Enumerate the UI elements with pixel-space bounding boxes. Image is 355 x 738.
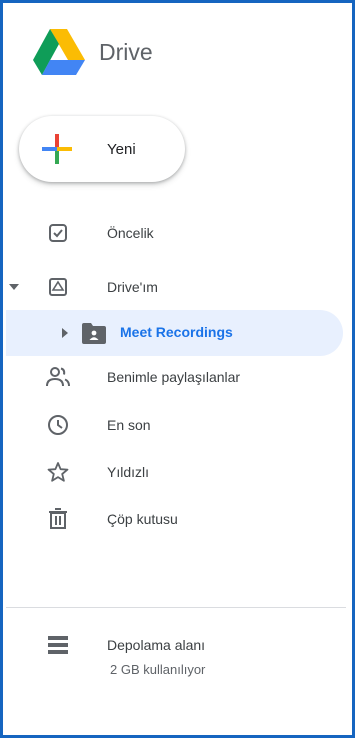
sidebar-item-label: Benimle paylaşılanlar (107, 369, 241, 385)
sidebar-item-label: Yıldızlı (107, 464, 150, 480)
sidebar-item-label: Depolama alanı (107, 637, 206, 653)
sidebar-item-shared[interactable]: Benimle paylaşılanlar (3, 355, 343, 399)
sidebar-item-label: En son (107, 417, 151, 433)
sidebar-item-recent[interactable]: En son (3, 403, 343, 447)
clock-icon (46, 413, 70, 437)
check-box-icon (46, 221, 70, 245)
drive-logo-icon (33, 29, 85, 75)
app-header: Drive (33, 29, 153, 75)
new-button-label: Yeni (107, 140, 136, 158)
people-icon (46, 365, 70, 389)
divider (6, 607, 346, 608)
expand-caret-icon[interactable] (9, 284, 19, 290)
sidebar-item-priority[interactable]: Öncelik (3, 211, 343, 255)
trash-icon (46, 507, 70, 531)
storage-icon (46, 633, 70, 657)
expand-caret-icon[interactable] (62, 328, 68, 338)
sidebar-frame: Drive Yeni Öncelik Drive'ım Meet Recordi… (0, 0, 355, 738)
plus-icon (42, 134, 72, 164)
sidebar-item-meet-recordings[interactable]: Meet Recordings (6, 310, 343, 356)
sidebar-item-storage[interactable]: Depolama alanı (3, 623, 343, 667)
shared-folder-icon (82, 323, 106, 344)
storage-used-text: 2 GB kullanılıyor (110, 662, 206, 677)
drive-icon (46, 275, 70, 299)
app-title: Drive (99, 38, 153, 65)
star-icon (46, 460, 70, 484)
sidebar-item-trash[interactable]: Çöp kutusu (3, 497, 343, 541)
sidebar-item-label: Meet Recordings (120, 324, 233, 340)
sidebar-item-starred[interactable]: Yıldızlı (3, 450, 343, 494)
sidebar-item-label: Çöp kutusu (107, 511, 178, 527)
sidebar-item-label: Drive'ım (107, 279, 158, 295)
sidebar-item-label: Öncelik (107, 225, 154, 241)
sidebar-item-my-drive[interactable]: Drive'ım (3, 265, 343, 309)
new-button[interactable]: Yeni (19, 116, 185, 182)
